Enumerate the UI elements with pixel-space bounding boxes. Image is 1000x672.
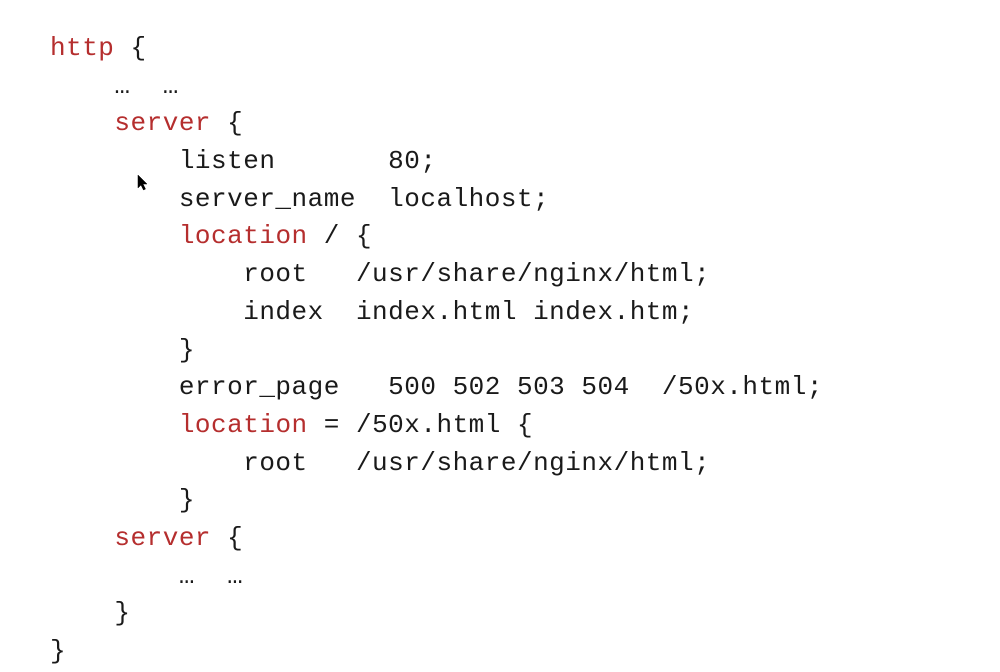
mouse-cursor-icon — [136, 174, 150, 201]
code-line: index index.html index.htm; — [50, 294, 1000, 332]
code-line: } — [50, 332, 1000, 370]
code-text — [50, 221, 179, 251]
code-text: / { — [308, 221, 372, 251]
code-text — [50, 108, 114, 138]
code-line: server { — [50, 520, 1000, 558]
code-line: } — [50, 595, 1000, 633]
keyword-http: http — [50, 33, 114, 63]
keyword-server: server — [114, 523, 211, 553]
code-line: error_page 500 502 503 504 /50x.html; — [50, 369, 1000, 407]
code-line: root /usr/share/nginx/html; — [50, 445, 1000, 483]
nginx-config-code: http { … … server { listen 80; server_na… — [50, 30, 1000, 671]
code-line: listen 80; — [50, 143, 1000, 181]
code-text: = /50x.html { — [308, 410, 533, 440]
code-text — [50, 410, 179, 440]
keyword-location: location — [179, 221, 308, 251]
code-text: { — [211, 108, 243, 138]
code-line: } — [50, 633, 1000, 671]
code-line: … … — [50, 68, 1000, 106]
code-line: … … — [50, 558, 1000, 596]
code-line: server { — [50, 105, 1000, 143]
code-line: root /usr/share/nginx/html; — [50, 256, 1000, 294]
code-text — [50, 523, 114, 553]
code-text: { — [114, 33, 146, 63]
code-line: server_name localhost; — [50, 181, 1000, 219]
code-line: } — [50, 482, 1000, 520]
code-line: location = /50x.html { — [50, 407, 1000, 445]
code-text: { — [211, 523, 243, 553]
keyword-location: location — [179, 410, 308, 440]
keyword-server: server — [114, 108, 211, 138]
code-line: http { — [50, 30, 1000, 68]
code-line: location / { — [50, 218, 1000, 256]
